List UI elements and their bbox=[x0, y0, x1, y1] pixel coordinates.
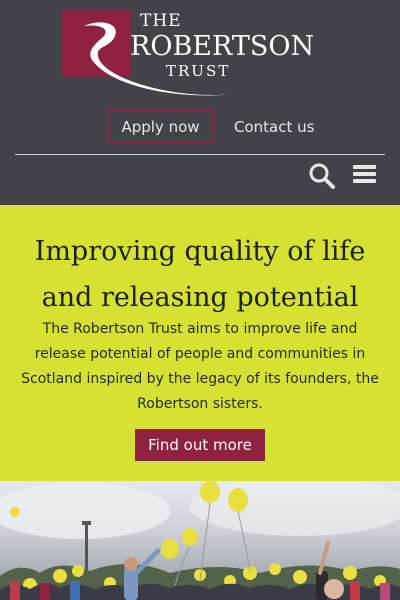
logo-text-robertson: ROBERTSON bbox=[130, 31, 315, 62]
menu-bar bbox=[353, 165, 376, 169]
top-nav: Apply now Contact us bbox=[0, 109, 400, 144]
hamburger-menu-icon[interactable] bbox=[353, 165, 376, 185]
find-out-more-button[interactable]: Find out more bbox=[135, 429, 265, 461]
header-divider bbox=[15, 154, 385, 155]
apply-now-button[interactable]: Apply now bbox=[108, 109, 213, 144]
contact-us-link[interactable]: Contact us bbox=[234, 109, 314, 144]
menu-bar bbox=[353, 179, 376, 183]
menu-bar bbox=[353, 172, 376, 176]
balloon-release-photo bbox=[0, 481, 400, 600]
hero-photo bbox=[0, 481, 400, 600]
logo-text-the: THE bbox=[140, 11, 182, 31]
hero-section: Improving quality of life and releasing … bbox=[0, 205, 400, 481]
hero-description: The Robertson Trust aims to improve life… bbox=[21, 321, 379, 412]
logo-text-trust: TRUST bbox=[166, 62, 231, 80]
hero-title: Improving quality of life and releasing … bbox=[34, 236, 366, 313]
robertson-trust-logo[interactable]: THE ROBERTSON TRUST bbox=[62, 8, 342, 104]
site-header: THE ROBERTSON TRUST Apply now Contact us bbox=[0, 0, 400, 205]
search-icon[interactable] bbox=[308, 162, 336, 190]
